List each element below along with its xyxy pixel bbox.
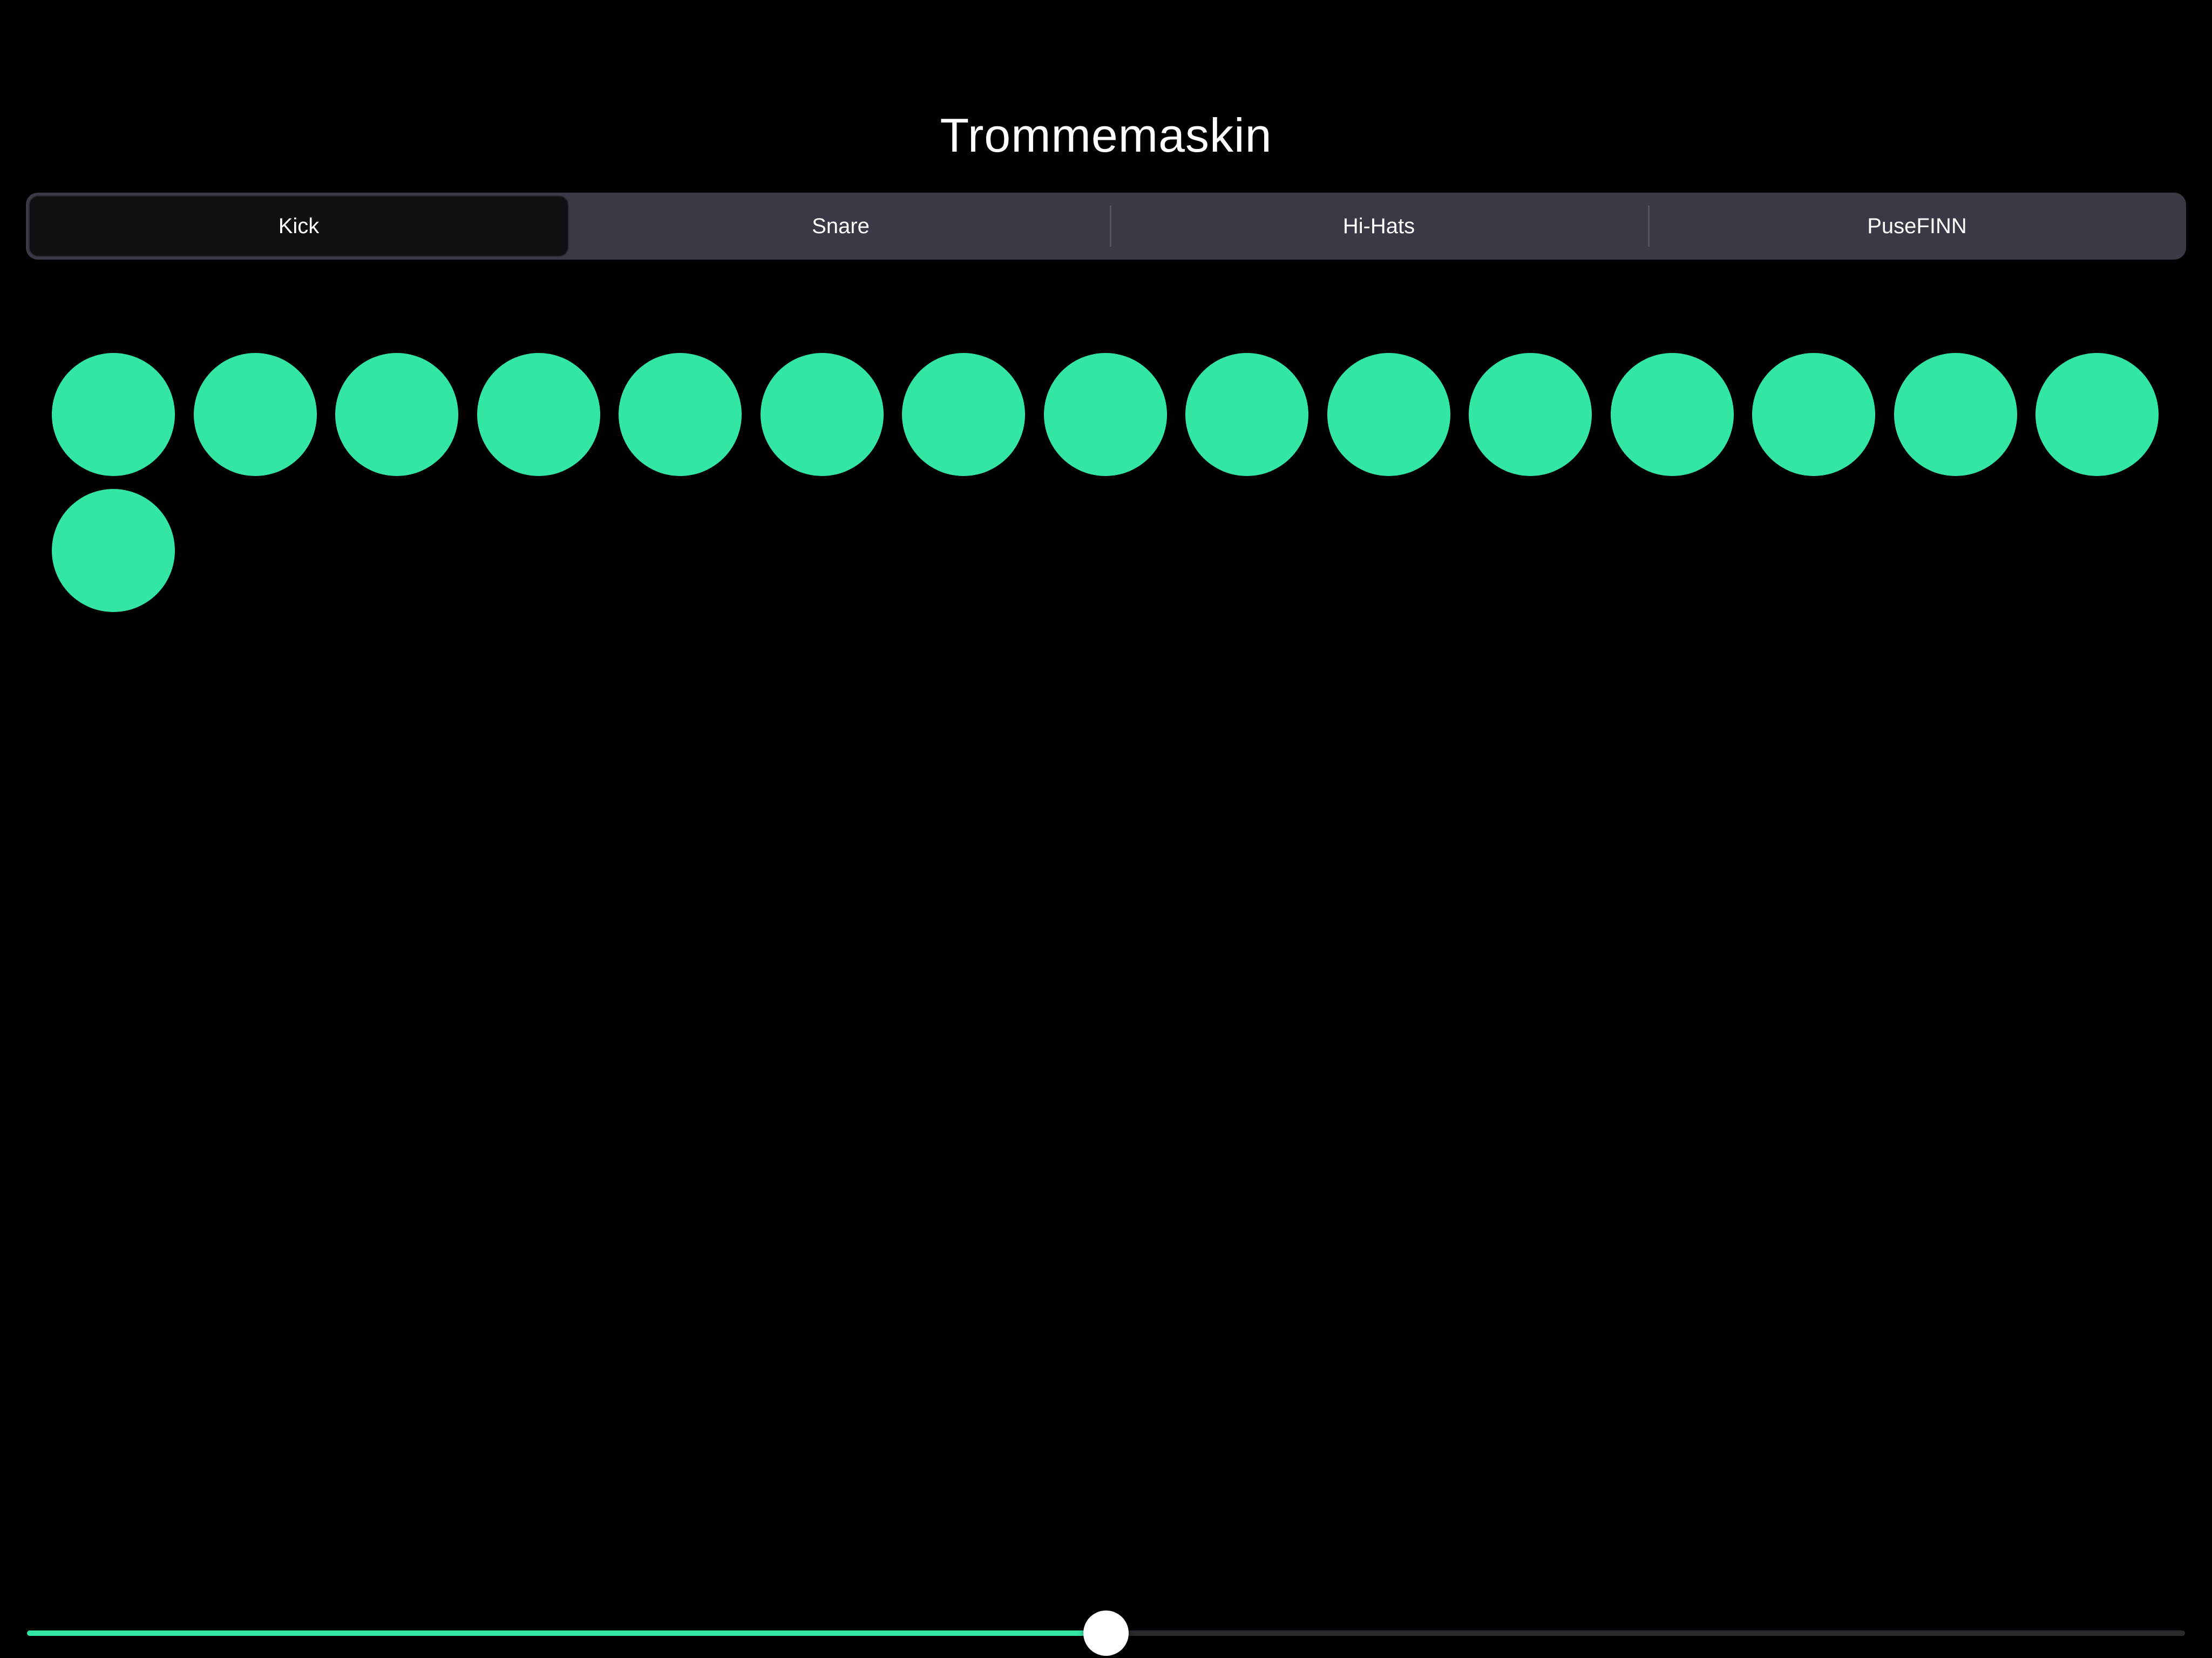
tab-hi-hats[interactable]: Hi-Hats [1110, 193, 1648, 260]
step-pad[interactable] [1752, 353, 1875, 476]
step-pad[interactable] [1043, 353, 1167, 476]
step-pad[interactable] [335, 353, 458, 476]
step-pad[interactable] [1610, 353, 1734, 476]
step-pad[interactable] [52, 353, 175, 476]
tab-label: Hi-Hats [1342, 214, 1415, 238]
step-pad[interactable] [193, 353, 317, 476]
tempo-slider[interactable] [27, 1611, 2185, 1656]
step-pad[interactable] [2035, 353, 2159, 476]
tab-label: Snare [812, 214, 870, 238]
step-pad[interactable] [619, 353, 742, 476]
step-pad[interactable] [52, 489, 175, 612]
slider-thumb[interactable] [1083, 1611, 1129, 1656]
tab-label: Kick [278, 214, 320, 238]
step-pad[interactable] [477, 353, 600, 476]
step-pad[interactable] [1894, 353, 2017, 476]
step-pad[interactable] [1469, 353, 1592, 476]
drum-machine-screen: Trommemaskin Kick Snare Hi-Hats PuseFINN [0, 0, 2212, 1658]
tab-snare[interactable]: Snare [572, 193, 1110, 260]
slider-fill [27, 1630, 1106, 1636]
step-pad[interactable] [1327, 353, 1450, 476]
tab-label: PuseFINN [1867, 214, 1967, 238]
step-pad[interactable] [1185, 353, 1308, 476]
page-title: Trommemaskin [940, 108, 1272, 162]
instrument-segmented-control: Kick Snare Hi-Hats PuseFINN [26, 193, 2186, 260]
tab-kick[interactable]: Kick [29, 195, 569, 257]
step-pad[interactable] [760, 353, 884, 476]
step-pad[interactable] [902, 353, 1025, 476]
tab-pusefinn[interactable]: PuseFINN [1648, 193, 2186, 260]
